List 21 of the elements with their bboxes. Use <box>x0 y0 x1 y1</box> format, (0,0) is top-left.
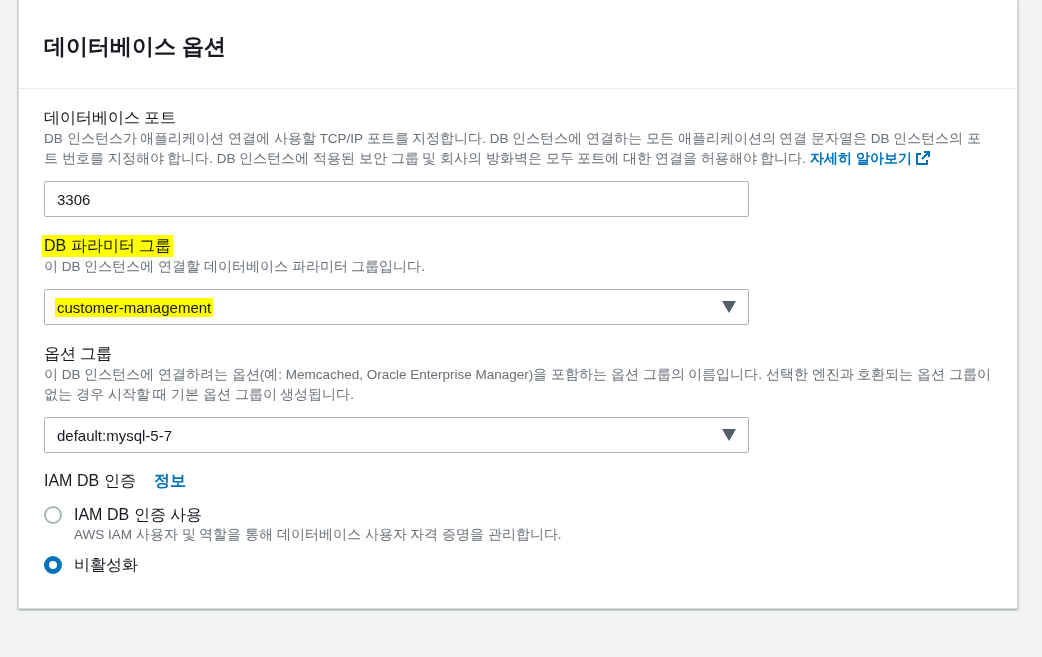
external-link-icon <box>915 150 932 166</box>
field-label: 옵션 그룹 <box>43 344 114 364</box>
field-description: 이 DB 인스턴스에 연결할 데이터베이스 파라미터 그룹입니다. <box>44 258 426 276</box>
learn-more-link[interactable]: 자세히 알아보기 <box>809 151 932 166</box>
select-dropdown[interactable]: default:mysql-5-7 <box>44 417 749 453</box>
radio-description: AWS IAM 사용자 및 역할을 통해 데이터베이스 사용자 자격 증명을 관리합니다. <box>74 526 562 544</box>
section-title: 데이터베이스 옵션 <box>44 33 228 61</box>
field-label: 데이터베이스 포트 <box>43 108 178 128</box>
info-link[interactable]: 정보 <box>153 471 186 492</box>
field-description: DB 인스턴스가 애플리케이션 연결에 사용할 TCP/IP 포트를 지정합니다. DB 인스턴스에 연결하는 모든 애플리케이션의 연결 문자열은 DB 인스턴스의 포트 번호를 지정해야 합니다. DB 인스턴스에 적용된 보안 그룹 및 회사의 방화벽은 모두 포트에 대한 연결을 허용해야 합니다. 자세히 알아보기 <box>44 130 983 168</box>
field-label: IAM DB 인증 <box>44 471 136 491</box>
radio-label: 비활성화 <box>74 555 138 575</box>
caret-down-icon <box>722 301 736 313</box>
radio-button[interactable] <box>44 506 62 524</box>
port-input[interactable]: 3306 <box>44 181 749 217</box>
radio-label: IAM DB 인증 사용 <box>74 505 203 525</box>
field-label: DB 파라미터 그룹 <box>42 235 174 257</box>
radio-button[interactable] <box>44 556 62 574</box>
field-description: 이 DB 인스턴스에 연결하려는 옵션(예: Memcached, Oracle Enterprise Manager)을 포함하는 옵션 그룹의 이름입니다. 선택한 엔진과 호환되는 옵션 그룹이 없는 경우 시작할 때 기본 옵션 그룹이 생성됩니다. <box>44 366 992 404</box>
caret-down-icon <box>722 429 736 441</box>
select-dropdown[interactable]: customer-management <box>44 289 749 325</box>
